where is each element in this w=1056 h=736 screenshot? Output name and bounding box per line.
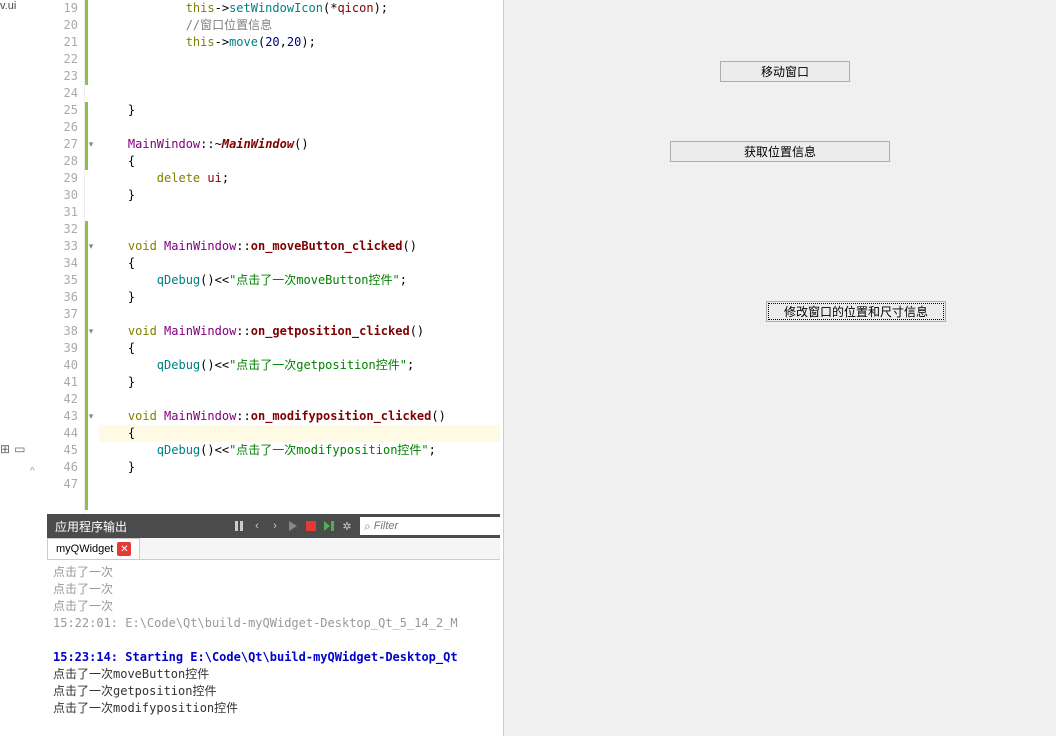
output-tabs: myQWidget ✕ <box>47 538 500 560</box>
next-icon[interactable]: › <box>266 517 284 535</box>
rerun-icon[interactable] <box>320 517 338 535</box>
split-icon[interactable]: ⊞ <box>0 442 10 456</box>
move-button[interactable]: 移动窗口 <box>720 61 850 82</box>
search-icon: ⌕ <box>364 519 371 534</box>
settings-icon[interactable]: ✲ <box>338 517 356 535</box>
attach-icon[interactable] <box>230 517 248 535</box>
collapse-icon[interactable]: ▭ <box>14 442 25 456</box>
output-tab[interactable]: myQWidget ✕ <box>47 538 140 559</box>
output-panel: 应用程序输出 ‹ › ✲ ⌕ myQWidget ✕ <box>47 514 500 736</box>
output-tab-label: myQWidget <box>56 543 113 555</box>
output-title: 应用程序输出 <box>47 518 135 535</box>
fold-icon[interactable]: ▾ <box>87 241 95 252</box>
project-sidebar: v.ui ⊞ ▭ ^ <box>0 0 47 736</box>
output-header: 应用程序输出 ‹ › ✲ ⌕ <box>47 514 500 538</box>
fold-bar: ▾ ▾ ▾ ▾ <box>85 0 95 514</box>
run-icon[interactable] <box>284 517 302 535</box>
file-label: v.ui <box>0 0 16 12</box>
filter-input[interactable] <box>374 520 484 532</box>
line-gutter: 1920212223242526272829303132333435363738… <box>47 0 85 514</box>
getposition-button[interactable]: 获取位置信息 <box>670 141 890 162</box>
code-editor[interactable]: 1920212223242526272829303132333435363738… <box>47 0 500 514</box>
output-toolbar: ‹ › ✲ ⌕ <box>230 517 500 535</box>
fold-icon[interactable]: ▾ <box>87 139 95 150</box>
stop-icon[interactable] <box>302 517 320 535</box>
scroll-up-icon[interactable]: ^ <box>30 466 35 477</box>
fold-icon[interactable]: ▾ <box>87 326 95 337</box>
sidebar-toolbar: ⊞ ▭ <box>0 442 25 456</box>
fold-icon[interactable]: ▾ <box>87 411 95 422</box>
app-window[interactable]: 移动窗口获取位置信息修改窗口的位置和尺寸信息 <box>503 0 1056 736</box>
modifyposition-button[interactable]: 修改窗口的位置和尺寸信息 <box>766 301 946 322</box>
output-body[interactable]: 点击了一次点击了一次点击了一次15:22:01: E:\Code\Qt\buil… <box>47 560 500 721</box>
filter-box[interactable]: ⌕ <box>360 517 500 535</box>
prev-icon[interactable]: ‹ <box>248 517 266 535</box>
code-area[interactable]: this->setWindowIcon(*qicon); //窗口位置信息 th… <box>95 0 500 514</box>
close-icon[interactable]: ✕ <box>117 542 131 556</box>
